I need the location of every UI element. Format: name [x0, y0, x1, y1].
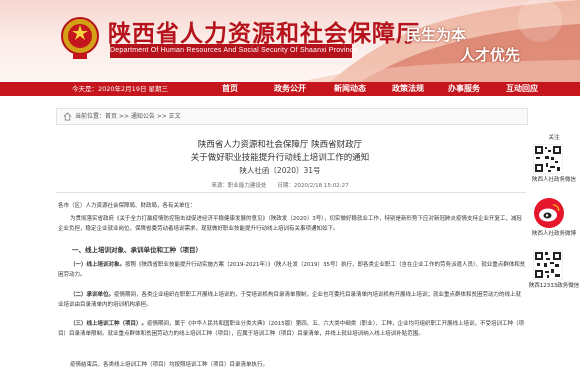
site-subtitle: Department Of Human Resources And Social…: [110, 44, 357, 58]
weibo-caption: 陕西人社政务微博: [531, 231, 576, 237]
slogan-line2: 人才优先: [460, 46, 521, 64]
header-banner: 陕西省人力资源和社会保障厅 Department Of Human Resour…: [0, 0, 580, 82]
nav-item-gov-open[interactable]: 政务公开: [274, 82, 306, 96]
nav-item-policy[interactable]: 政策法规: [392, 82, 424, 96]
paragraph-training-types: （三）线上培训工种（项目）。疫情期间，属于《中华人民共和国职业分类大典》（201…: [58, 319, 526, 339]
salutation: 各市（区）人力资源社会保障局、财政局，各有关单位：: [58, 203, 196, 209]
paragraph-after-epidemic: 疫情结束后，各类线上培训工种（项目）均按照培训工种（项目）目录清单执行。: [70, 362, 269, 368]
divider: [56, 192, 526, 193]
document-number: 陕人社函〔2020〕31号: [239, 166, 321, 175]
wechat-caption: 陕西人社政务微信: [531, 177, 576, 183]
current-date: 今天是：2020年2月19日 星期三: [72, 85, 169, 93]
follow-label: 关注: [548, 135, 560, 141]
paragraph-text: 疫情期间，各类企业组织在职职工开展线上培训的，于受培训机构目录清单限制，企业也可…: [58, 292, 522, 308]
wechat-12333-caption: 陕西12333政务微信: [528, 283, 580, 289]
national-emblem-icon[interactable]: [60, 16, 100, 60]
weibo-icon[interactable]: [534, 198, 564, 228]
article-meta: 来源：职业能力建设处 日期：2020/2/18 15:02:27: [211, 183, 349, 189]
slogan-line1: 民生为本: [406, 26, 467, 44]
weibo-logo-icon: [539, 204, 560, 222]
section-heading-1: 一、线上培训对象、承训单位和工种（项目）: [72, 246, 202, 254]
nav-item-news[interactable]: 新闻动态: [334, 82, 366, 96]
paragraph-training-units: （二）承训单位。疫情期间，各类企业组织在职职工开展线上培训的，于受培训机构目录清…: [58, 290, 526, 310]
wechat-12333-qr-code[interactable]: [533, 250, 563, 280]
paragraph-label: （二）承训单位。: [70, 292, 115, 298]
paragraph-text: 按照《陕西省职业技能提升行动实施方案（2019-2021年）》（陕人社发〔201…: [58, 262, 526, 278]
intro-paragraph: 为贯彻落实省政府《关于全力打赢疫情防控阻击战促进经济平稳健康发展的意见》（陕政发…: [58, 216, 523, 232]
paragraph-training-targets: （一）线上培训对象。按照《陕西省职业技能提升行动实施方案（2019-2021年）…: [58, 260, 526, 280]
wechat-qr-code[interactable]: [533, 144, 563, 174]
home-icon: [63, 112, 72, 121]
site-title[interactable]: 陕西省人力资源和社会保障厅: [108, 14, 420, 48]
article-title-line2: 关于做好职业技能提升行动线上培训工作的通知: [190, 153, 370, 163]
article-title-line1: 陕西省人力资源和社会保障厅 陕西省财政厅: [197, 140, 363, 150]
nav-item-interaction[interactable]: 互动回应: [506, 82, 538, 96]
breadcrumb: 当前位置：首页 >> 通知公告 >> 正文: [56, 108, 528, 125]
paragraph-label: （一）线上培训对象。: [70, 262, 126, 268]
nav-item-services[interactable]: 办事服务: [448, 82, 480, 96]
paragraph-label: （三）线上培训工种（项目）。: [70, 321, 148, 327]
breadcrumb-text[interactable]: 当前位置：首页 >> 通知公告 >> 正文: [75, 109, 181, 124]
nav-item-home[interactable]: 首页: [222, 82, 238, 96]
main-nav: 今天是：2020年2月19日 星期三 首页 政务公开 新闻动态 政策法规 办事服…: [0, 82, 580, 96]
